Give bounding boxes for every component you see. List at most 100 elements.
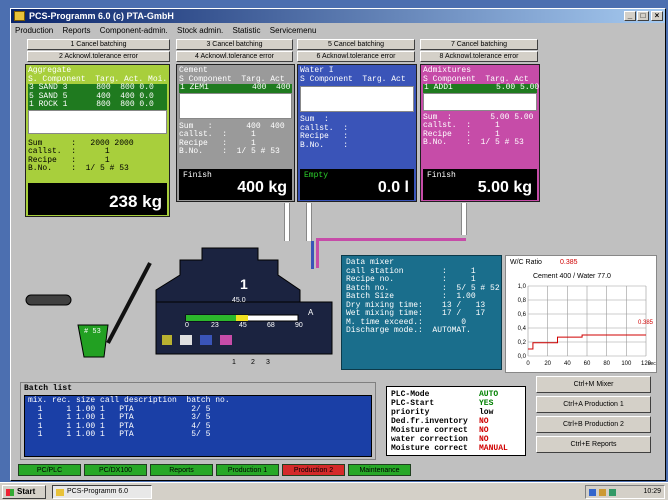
mixer-indicator-4 <box>220 335 232 345</box>
taskbar: Start PCS-Programm 6.0 10:29 <box>0 482 668 500</box>
mixer-tick: 0 <box>185 322 189 329</box>
acknowledge-tolerance-8-button[interactable]: 8 Acknowl.tolerance error <box>420 51 538 62</box>
wc-y-tick: 0,2 <box>518 340 527 346</box>
maximize-button[interactable]: □ <box>637 11 649 21</box>
cement-empty-list <box>179 92 292 119</box>
clock: 10:29 <box>643 488 661 495</box>
menu-servicemenu[interactable]: Servicemenu <box>270 26 317 35</box>
wc-y-tick: 0,6 <box>518 312 527 318</box>
mixer-tick: 45 <box>239 322 247 329</box>
system-tray: 10:29 <box>585 485 665 499</box>
window-title: PCS-Programm 6.0 (c) PTA-GmbH <box>29 11 174 21</box>
tray-app-icon[interactable] <box>609 489 616 496</box>
mixer-tick: 68 <box>267 322 275 329</box>
menu-stock-admin[interactable]: Stock admin. <box>177 26 223 35</box>
status-tab-pc-dx100[interactable]: PC/DX100 <box>84 464 147 476</box>
admixtures-weight-display: Finish 5.00 kg <box>423 169 537 200</box>
production-2-shortcut-button[interactable]: Ctrl+B Production 2 <box>536 416 651 433</box>
cancel-batching-5-button[interactable]: 5 Cancel batching <box>297 39 415 50</box>
aggregate-weight: 238 kg <box>109 192 162 211</box>
aggregate-summary: Sum : 2000 2000 callst. : 1 Recipe : 1 B… <box>28 138 134 173</box>
menu-statistic[interactable]: Statistic <box>233 26 261 35</box>
menu-production[interactable]: Production <box>15 26 53 35</box>
mixer-shortcut-button[interactable]: Ctrl+M Mixer <box>536 376 651 393</box>
mixer-indicator-1 <box>162 335 172 345</box>
wc-chart-plot: 0 20 40 60 80 100 1200,00,20,40,60,81,0sec0.38… <box>518 284 656 367</box>
admixtures-header: Admixtures S Component Targ. Act <box>423 66 529 84</box>
close-button[interactable]: × <box>651 11 663 21</box>
taskbar-task-pcs[interactable]: PCS-Programm 6.0 <box>52 485 152 499</box>
plc-label: PLC-Mode <box>391 390 430 399</box>
mixer-gauge-fill-green <box>186 315 236 321</box>
wc-x-tick: 40 <box>564 361 571 367</box>
cancel-batching-1-button[interactable]: 1 Cancel batching <box>27 39 170 50</box>
skip-rail <box>106 262 152 344</box>
status-tab-maintenance[interactable]: Maintenance <box>348 464 411 476</box>
mixer-gauge-fill-yellow <box>236 315 248 321</box>
windows-logo-icon <box>6 489 14 496</box>
skip-batch-label: # 53 <box>84 328 101 336</box>
wc-x-tick: 80 <box>603 361 610 367</box>
tray-network-icon[interactable] <box>589 489 596 496</box>
cement-rows: 1 ZEM1 400 400 <box>179 83 292 93</box>
mixer-data-lines: call station : 1 Recipe no. : 1 Batch no… <box>346 266 500 335</box>
cement-panel: Cement S Component Targ. Act 1 ZEM1 400 … <box>176 64 295 202</box>
wc-x-tick: 60 <box>584 361 591 367</box>
admixture-pipe <box>461 203 467 235</box>
pcs-task-icon <box>56 489 64 496</box>
water-volume: 0.0 l <box>377 179 409 196</box>
title-bar: PCS-Programm 6.0 (c) PTA-GmbH _ □ × <box>11 9 665 23</box>
tray-volume-icon[interactable] <box>599 489 606 496</box>
status-tab-production-2[interactable]: Production 2 <box>282 464 345 476</box>
status-tab-reports[interactable]: Reports <box>150 464 213 476</box>
cancel-batching-7-button[interactable]: 7 Cancel batching <box>420 39 538 50</box>
status-tab-pc-plc[interactable]: PC/PLC <box>18 464 81 476</box>
start-button[interactable]: Start <box>2 485 46 499</box>
cement-weight-display: Finish 400 kg <box>179 169 292 200</box>
wc-ratio-chart: W/C Ratio 0.385 Cement 400 / Water 77.0 … <box>505 255 657 373</box>
aggregate-panel: Aggregate S. Component Targ. Act. Moi. 3… <box>25 64 170 217</box>
gate-number-1: 1 <box>232 359 236 366</box>
acknowledge-tolerance-6-button[interactable]: 6 Acknowl.tolerance error <box>297 51 415 62</box>
wc-y-tick: 0,8 <box>518 298 527 304</box>
batch-list-panel: Batch list mix. rec. size call descripti… <box>20 382 376 460</box>
batch-list-title: Batch list <box>24 384 73 393</box>
production-1-shortcut-button[interactable]: Ctrl+A Production 1 <box>536 396 651 413</box>
gate-number-3: 3 <box>266 359 270 366</box>
mixer-data-title: Data mixer <box>346 258 395 267</box>
cancel-batching-3-button[interactable]: 3 Cancel batching <box>176 39 293 50</box>
gate-number-2: 2 <box>251 359 255 366</box>
water-volume-display: Empty 0.0 l <box>300 169 414 200</box>
mixer-scale-value: 45.0 <box>232 297 246 304</box>
mixer-gate-letter: A <box>308 308 314 317</box>
mixer-data-panel: Data mixer call station : 1 Recipe no. :… <box>341 255 502 370</box>
admixtures-empty-list <box>423 92 537 111</box>
aggregate-empty-list <box>28 109 167 134</box>
reports-shortcut-button[interactable]: Ctrl+E Reports <box>536 436 651 453</box>
water-panel: Water I S Component Targ. Act Sum : call… <box>297 64 417 202</box>
acknowledge-tolerance-2-button[interactable]: 2 Acknowl.tolerance error <box>27 51 170 62</box>
cement-header: Cement S Component Targ. Act <box>179 66 285 84</box>
water-empty-list <box>300 86 414 112</box>
app-icon <box>14 11 25 21</box>
taskbar-task-label: PCS-Programm 6.0 <box>67 488 129 495</box>
admixtures-panel: Admixtures S Component Targ. Act 1 ADD1 … <box>420 64 540 202</box>
menu-reports[interactable]: Reports <box>62 26 90 35</box>
status-tabs: PC/PLC PC/DX100 Reports Production 1 Product… <box>18 464 458 477</box>
aggregate-rows: 3 SAND 3 800 800 0.0 5 SAND 5 400 400 0.… <box>28 83 167 110</box>
minimize-button[interactable]: _ <box>624 11 636 21</box>
menu-component-admin[interactable]: Component-admin. <box>100 26 168 35</box>
plc-status-panel: PLC-Mode AUTO PLC-Start YES priority low Ded.f… <box>386 386 526 456</box>
plc-label: Ded.fr.inventory <box>391 417 468 426</box>
plc-label: water correction <box>391 435 468 444</box>
cement-weight: 400 kg <box>237 179 287 196</box>
mixer-indicator-2 <box>180 335 192 345</box>
mixer-body <box>155 247 301 303</box>
status-tab-production-1[interactable]: Production 1 <box>216 464 279 476</box>
plc-value: MANUAL <box>479 444 508 453</box>
batch-list-table[interactable]: mix. rec. size call description batch no… <box>24 395 372 457</box>
water-summary: Sum : callst. : Recipe : B.No. : <box>300 115 349 150</box>
mixer-tick: 23 <box>211 322 219 329</box>
acknowledge-tolerance-4-button[interactable]: 4 Acknowl.tolerance error <box>176 51 293 62</box>
batch-list-rows[interactable]: 1 1 1.00 1 PTA 2/ 5 1 1 1.00 1 PTA 3/ 5 … <box>25 405 371 440</box>
